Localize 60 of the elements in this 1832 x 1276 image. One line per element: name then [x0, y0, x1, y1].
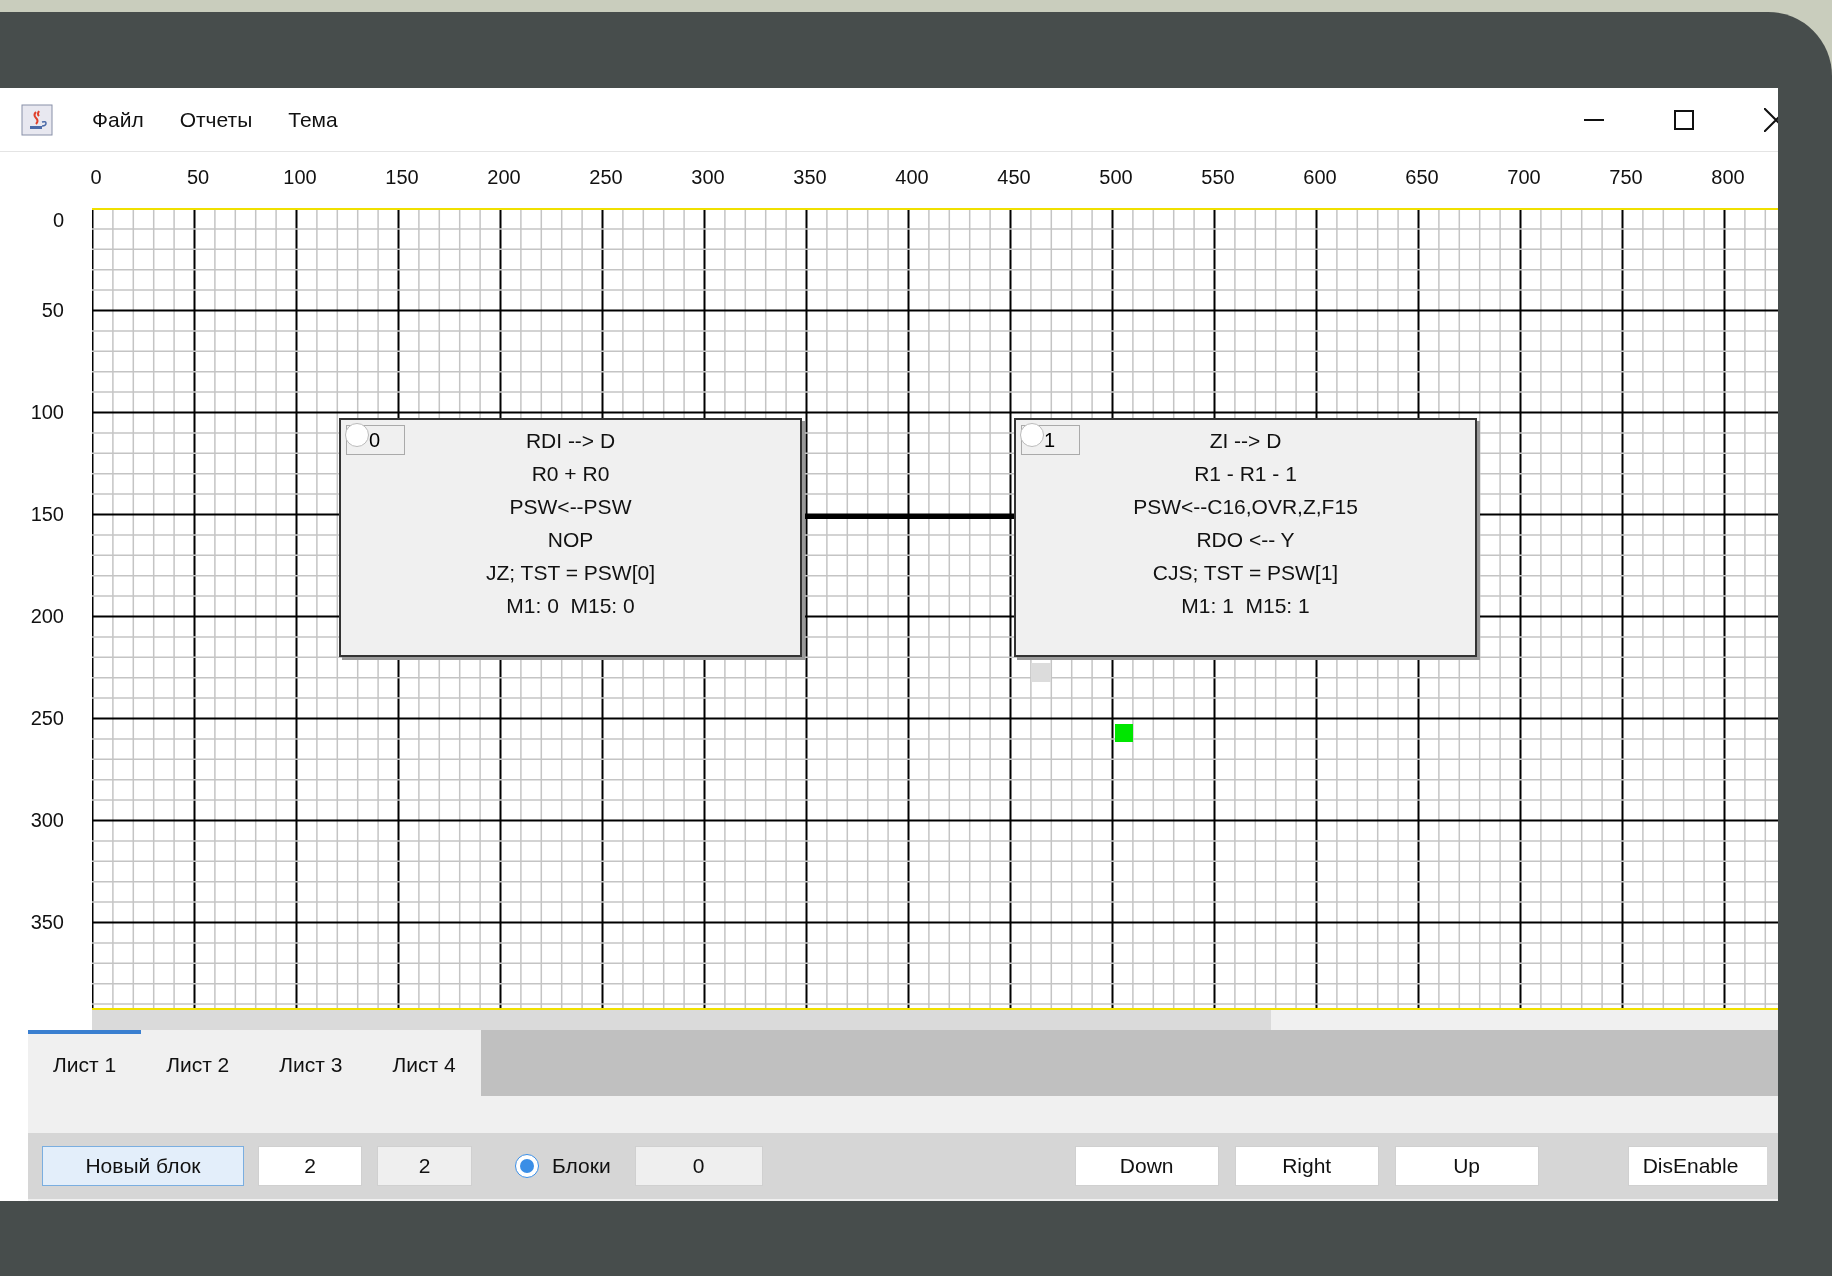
menu-item[interactable]: Отчеты: [179, 105, 253, 134]
input-field[interactable]: 2: [258, 1146, 362, 1186]
block-line: R1 - R1 - 1: [1194, 461, 1297, 487]
ruler-label: 300: [30, 808, 64, 832]
close-icon[interactable]: [1764, 107, 1778, 132]
ruler-label: 300: [691, 166, 725, 189]
ruler-label: 200: [30, 604, 64, 628]
ruler-label: 50: [186, 166, 210, 189]
block-line: M1: 1 M15: 1: [1181, 593, 1310, 619]
block-line: RDO <-- Y: [1196, 527, 1295, 553]
ruler-label: 650: [1405, 166, 1439, 189]
block-line: JZ; TST = PSW[0]: [486, 560, 655, 586]
scrollbar-thumb[interactable]: [92, 1010, 1271, 1030]
ruler-label: 100: [30, 400, 64, 424]
cursor-marker: [1115, 724, 1133, 742]
ruler-label: 400: [895, 166, 929, 189]
ruler-label: 550: [1201, 166, 1235, 189]
block-line: M1: 0 M15: 0: [506, 593, 635, 619]
ruler-label: 50: [41, 298, 64, 322]
block-line: ZI --> D: [1209, 428, 1282, 454]
block-line: PSW<--C16,OVR,Z,F15: [1133, 494, 1358, 520]
ruler-label: 600: [1303, 166, 1337, 189]
block-line: PSW<--PSW: [509, 494, 632, 520]
ruler-label: 200: [487, 166, 521, 189]
toolbar-button[interactable]: Up: [1394, 1146, 1539, 1186]
port-circle[interactable]: [345, 423, 369, 447]
ruler-label: 350: [793, 166, 827, 189]
port-circle[interactable]: [1020, 423, 1044, 447]
ruler-label: 0: [90, 166, 102, 189]
maximize-icon[interactable]: [1674, 109, 1694, 130]
radio-label[interactable]: Блоки: [552, 1154, 611, 1178]
toolbar-button[interactable]: DisEnable: [1627, 1146, 1767, 1186]
ruler-label: 250: [30, 706, 64, 730]
horizontal-scrollbar[interactable]: [92, 1010, 1778, 1030]
ruler-label: 0: [52, 208, 64, 232]
menu-item[interactable]: Тема: [288, 105, 338, 134]
block-line: RDI --> D: [525, 428, 616, 454]
block-line: CJS; TST = PSW[1]: [1152, 560, 1339, 586]
ruler-label: 450: [997, 166, 1031, 189]
block-line: R0 + R0: [531, 461, 610, 487]
menu-item[interactable]: Файл: [92, 105, 144, 134]
program-block[interactable]: 0 RDI --> D R0 + R0 PSW<--PSW NOP JZ; TST = PSW[0] M1: 0 M15: 0: [339, 418, 802, 657]
block-line: NOP: [547, 527, 594, 553]
ruler-label: 700: [1507, 166, 1541, 189]
ruler-label: 150: [30, 502, 64, 526]
java-cup-icon: [21, 103, 53, 136]
toolbar-button[interactable]: Right: [1234, 1146, 1379, 1186]
ruler-label: 100: [283, 166, 317, 189]
ruler-label: 800: [1711, 166, 1745, 189]
ruler-label: 250: [589, 166, 623, 189]
toolbar-button[interactable]: Down: [1074, 1146, 1219, 1186]
square-marker: [1031, 663, 1051, 682]
ruler-label: 750: [1609, 166, 1643, 189]
ruler-label: 500: [1099, 166, 1133, 189]
minimize-icon[interactable]: [1584, 118, 1604, 121]
new-block-button[interactable]: Новый блок: [42, 1146, 244, 1186]
ruler-label: 150: [385, 166, 419, 189]
program-block[interactable]: 1 ZI --> D R1 - R1 - 1 PSW<--C16,OVR,Z,F15 RDO <-- Y CJS; TST = PSW[1] M1: 1 M15: 1: [1014, 418, 1477, 657]
ruler-label: 350: [30, 910, 64, 934]
radio-button[interactable]: [515, 1154, 539, 1178]
